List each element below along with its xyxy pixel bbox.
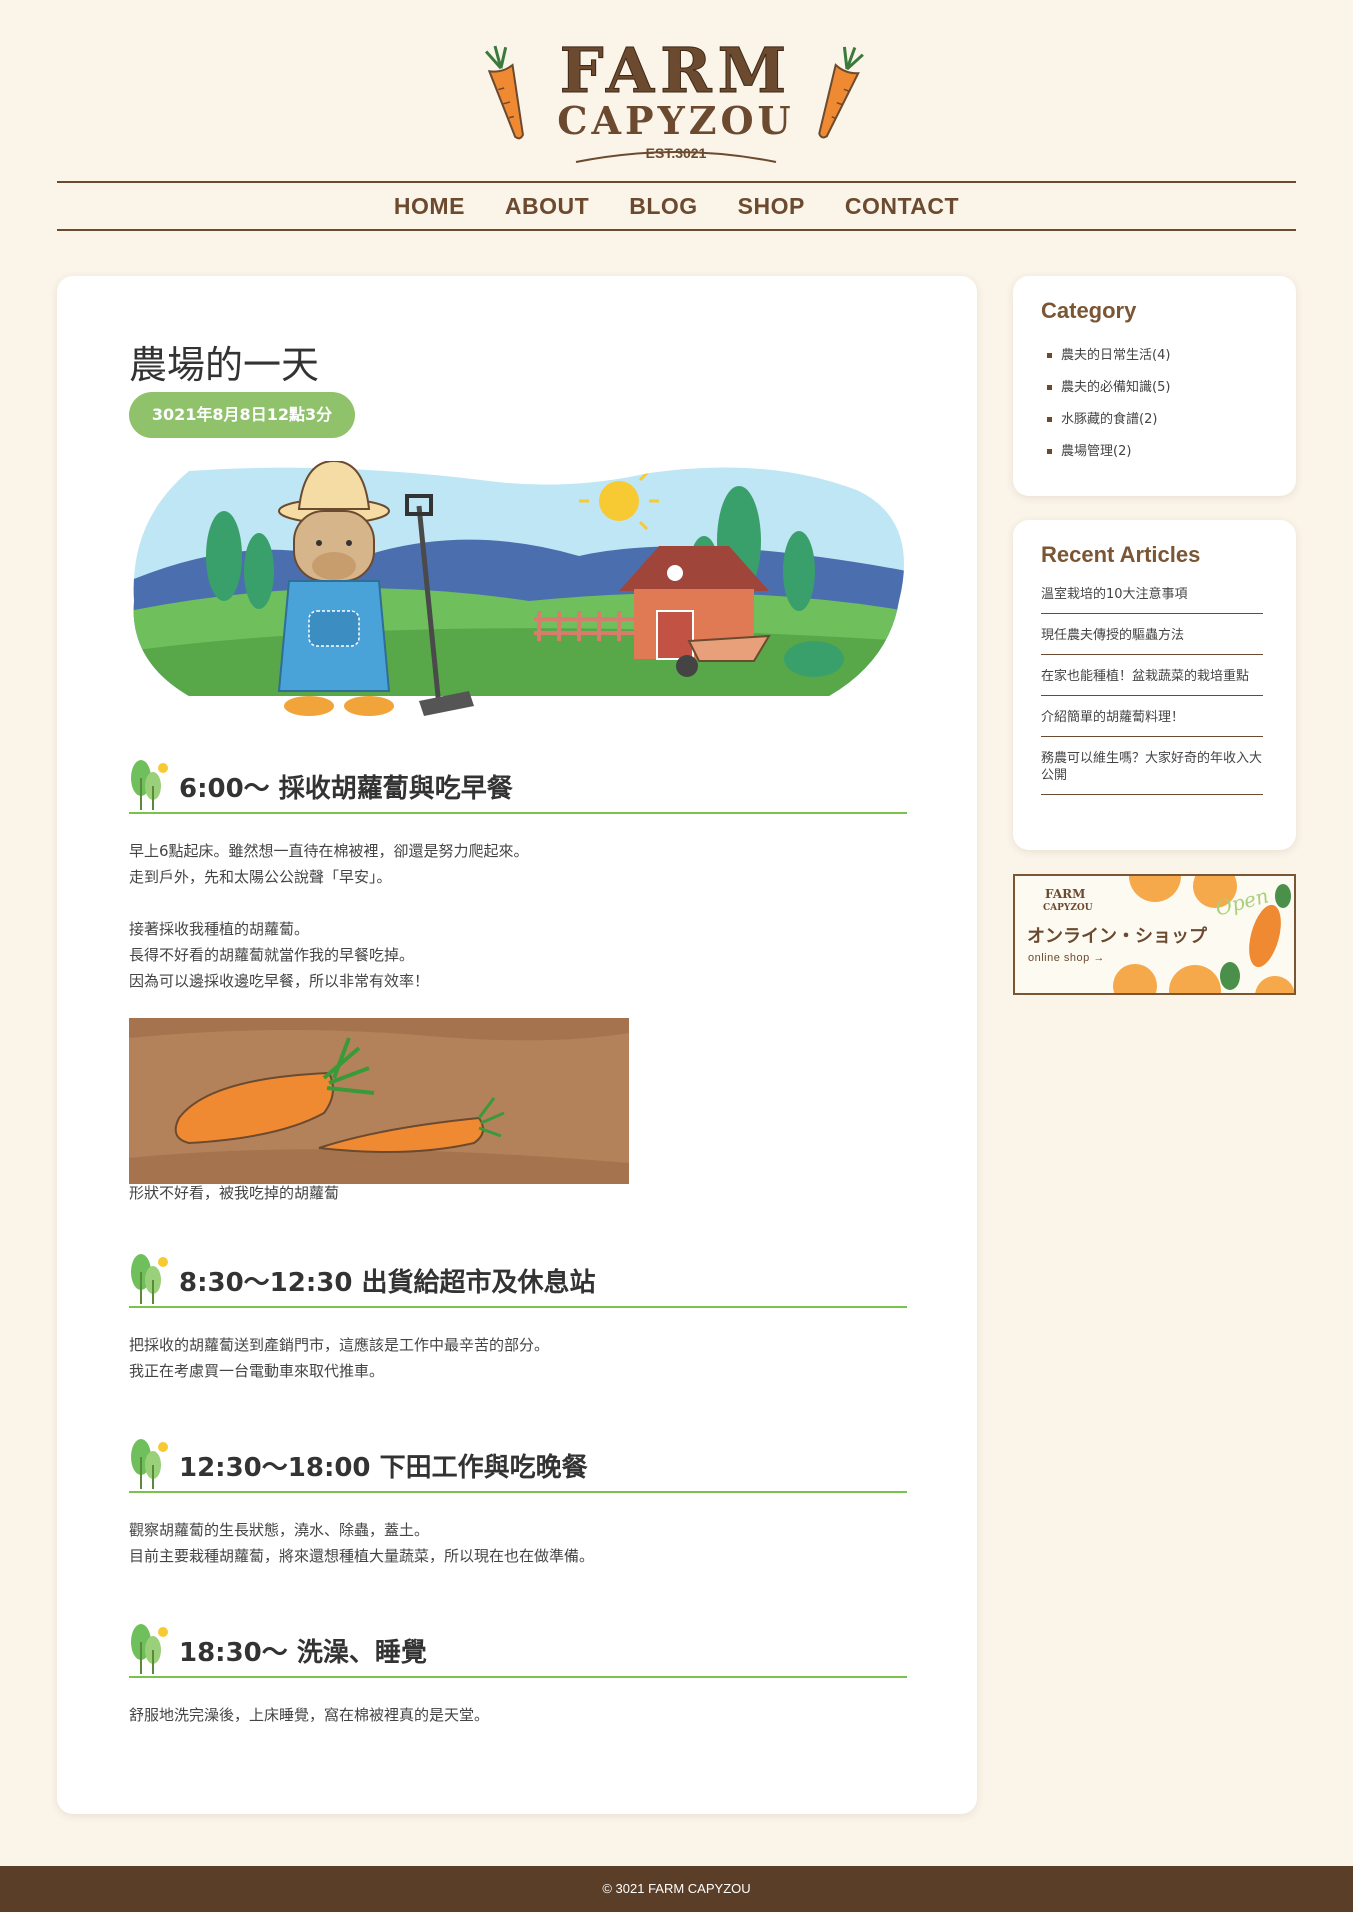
recent-articles-title: Recent Articles	[1041, 542, 1201, 567]
svg-text:EST.3021: EST.3021	[646, 145, 707, 161]
section-body: 舒服地洗完澡後，上床睡覺，窩在棉被裡真的是天堂。	[129, 1706, 490, 1724]
tree-icon	[131, 1439, 168, 1489]
nav-shop[interactable]: SHOP	[738, 193, 805, 220]
category-list: 農夫的日常生活(4) 農夫的必備知識(5) 水豚藏的食譜(2) 農場管理(2)	[1047, 340, 1170, 468]
article-card: 農場的一天 3021年8月8日12點3分 6:00〜 採收胡蘿蔔與吃早餐 早上6…	[57, 276, 977, 1814]
svg-text:CAPYZOU: CAPYZOU	[557, 98, 794, 143]
post-date-badge: 3021年8月8日12點3分	[129, 392, 355, 438]
online-shop-banner[interactable]: FARM CAPYZOU Open オンライン・ショップ online shop…	[1013, 874, 1296, 995]
section-heading: 6:00〜 採收胡蘿蔔與吃早餐	[129, 756, 907, 814]
footer-copyright: © 3021 FARM CAPYZOU	[602, 1881, 751, 1896]
section-heading: 12:30〜18:00 下田工作與吃晚餐	[129, 1435, 907, 1493]
recent-article-link[interactable]: 溫室栽培的10大注意事項	[1041, 586, 1263, 614]
category-item[interactable]: 農夫的必備知識(5)	[1047, 372, 1170, 404]
svg-text:FARM: FARM	[1045, 887, 1085, 901]
site-logo[interactable]: FARM CAPYZOU EST.3021	[470, 22, 882, 172]
recent-article-link[interactable]: 務農可以維生嗎？大家好奇的年收入大公開	[1041, 750, 1263, 795]
section-body: 把採收的胡蘿蔔送到產銷門市，這應該是工作中最辛苦的部分。 我正在考慮買一台電動車…	[129, 1336, 550, 1380]
category-item[interactable]: 農場管理(2)	[1047, 436, 1170, 468]
recent-articles-list[interactable]: 溫室栽培的10大注意事項 現任農夫傳授的驅蟲方法 在家也能種植！盆栽蔬菜的栽培重…	[1041, 586, 1271, 829]
carrot-icon	[818, 46, 864, 139]
section-body: 早上6點起床。雖然想一直待在棉被裡，卻還是努力爬起來。 走到戶外，先和太陽公公說…	[129, 842, 529, 990]
section-heading: 8:30〜12:30 出貨給超市及休息站	[129, 1250, 907, 1308]
site-footer: © 3021 FARM CAPYZOU	[0, 1866, 1353, 1912]
svg-text:CAPYZOU: CAPYZOU	[1043, 903, 1093, 913]
tree-icon	[131, 1624, 168, 1674]
section-heading: 18:30〜 洗澡、睡覺	[129, 1620, 907, 1678]
main-nav: HOME ABOUT BLOG SHOP CONTACT	[57, 181, 1296, 231]
shop-subtitle: online shop →	[1028, 952, 1105, 964]
category-title: Category	[1041, 298, 1137, 323]
post-title: 農場的一天	[129, 343, 320, 387]
hero-illustration	[129, 459, 907, 731]
nav-home[interactable]: HOME	[394, 193, 465, 220]
recent-article-link[interactable]: 介紹簡單的胡蘿蔔料理！	[1041, 709, 1263, 737]
recent-article-link[interactable]: 在家也能種植！盆栽蔬菜的栽培重點	[1041, 668, 1263, 696]
carrot-photo	[129, 1018, 629, 1184]
tree-icon	[131, 760, 168, 810]
nav-blog[interactable]: BLOG	[629, 193, 697, 220]
svg-text:FARM: FARM	[560, 34, 793, 107]
section-body: 觀察胡蘿蔔的生長狀態，澆水、除蟲，蓋土。 目前主要栽種胡蘿蔔，將來還想種植大量蔬…	[129, 1521, 595, 1565]
nav-about[interactable]: ABOUT	[505, 193, 589, 220]
carrot-icon	[484, 45, 524, 140]
category-widget: Category 農夫的日常生活(4) 農夫的必備知識(5) 水豚藏的食譜(2)…	[1013, 276, 1296, 496]
shop-title: オンライン・ショップ	[1027, 926, 1207, 947]
image-caption: 形狀不好看，被我吃掉的胡蘿蔔	[129, 1184, 340, 1202]
recent-article-link[interactable]: 現任農夫傳授的驅蟲方法	[1041, 627, 1263, 655]
category-item[interactable]: 水豚藏的食譜(2)	[1047, 404, 1170, 436]
nav-contact[interactable]: CONTACT	[845, 193, 959, 220]
tree-icon	[131, 1254, 168, 1304]
category-item[interactable]: 農夫的日常生活(4)	[1047, 340, 1170, 372]
recent-articles-widget: Recent Articles 溫室栽培的10大注意事項 現任農夫傳授的驅蟲方法…	[1013, 520, 1296, 850]
